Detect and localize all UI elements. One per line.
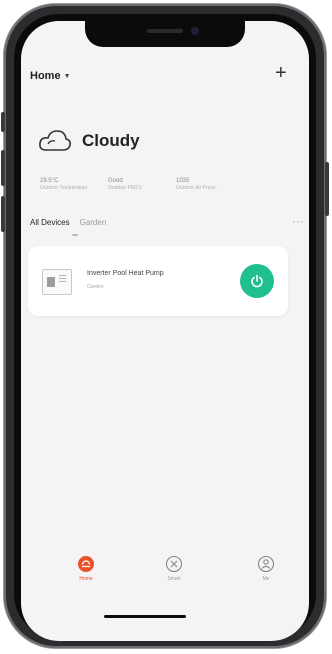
tab-all-devices[interactable]: All Devices bbox=[30, 218, 70, 227]
power-icon bbox=[251, 274, 263, 288]
power-side-button bbox=[325, 162, 329, 216]
home-selector-label: Home bbox=[30, 70, 61, 82]
add-icon[interactable]: + bbox=[275, 63, 287, 83]
more-icon[interactable]: ··· bbox=[292, 214, 304, 228]
tab-me-label: Me bbox=[262, 576, 270, 582]
heat-pump-thumbnail bbox=[42, 269, 72, 295]
phone-frame bbox=[1, 4, 329, 648]
device-card[interactable]: Inverter Pool Heat Pump Garden bbox=[28, 246, 288, 316]
tab-smart[interactable]: Smart bbox=[154, 555, 194, 582]
device-room: Garden bbox=[87, 284, 104, 290]
app-screen bbox=[21, 21, 309, 641]
volume-up-button bbox=[1, 150, 5, 186]
stat-label: Outdoor PM2.5 bbox=[108, 185, 142, 191]
home-indicator[interactable] bbox=[104, 615, 186, 618]
speaker-grille bbox=[147, 29, 183, 33]
power-toggle-button[interactable] bbox=[240, 264, 274, 298]
mute-switch bbox=[1, 112, 5, 132]
room-tabs: All Devices Garden bbox=[30, 218, 106, 227]
cloud-icon bbox=[39, 130, 71, 151]
active-tab-indicator bbox=[72, 234, 78, 236]
stat-value: 29.5°C bbox=[40, 178, 59, 184]
smart-icon bbox=[165, 555, 183, 573]
home-icon bbox=[78, 556, 94, 572]
front-camera bbox=[191, 27, 199, 35]
weather-summary: Cloudy bbox=[38, 128, 140, 154]
me-icon bbox=[257, 555, 275, 573]
tab-me[interactable]: Me bbox=[246, 555, 286, 582]
device-name: Inverter Pool Heat Pump bbox=[87, 270, 164, 277]
stat-pm25: Good Outdoor PM2.5 bbox=[108, 178, 164, 191]
tab-home-label: Home bbox=[79, 576, 93, 582]
stat-temperature: 29.5°C Outdoor Temperature bbox=[40, 178, 96, 191]
stat-value: Good bbox=[108, 178, 123, 184]
notch bbox=[85, 21, 245, 47]
chevron-down-icon: ▼ bbox=[63, 72, 71, 80]
stat-value: 1035 bbox=[176, 178, 190, 184]
home-selector[interactable]: Home ▼ bbox=[30, 70, 71, 82]
tab-garden[interactable]: Garden bbox=[80, 218, 107, 227]
tab-home[interactable]: Home bbox=[66, 555, 106, 582]
weather-condition: Cloudy bbox=[82, 131, 140, 150]
bottom-tab-bar: Home Smart Me bbox=[0, 555, 288, 603]
stat-label: Outdoor Air Press. bbox=[176, 185, 217, 191]
weather-stats: 29.5°C Outdoor Temperature Good Outdoor … bbox=[40, 178, 232, 191]
tab-smart-label: Smart bbox=[167, 576, 181, 582]
volume-down-button bbox=[1, 196, 5, 232]
stat-label: Outdoor Temperature bbox=[40, 185, 88, 191]
stat-air-pressure: 1035 Outdoor Air Press. bbox=[176, 178, 232, 191]
